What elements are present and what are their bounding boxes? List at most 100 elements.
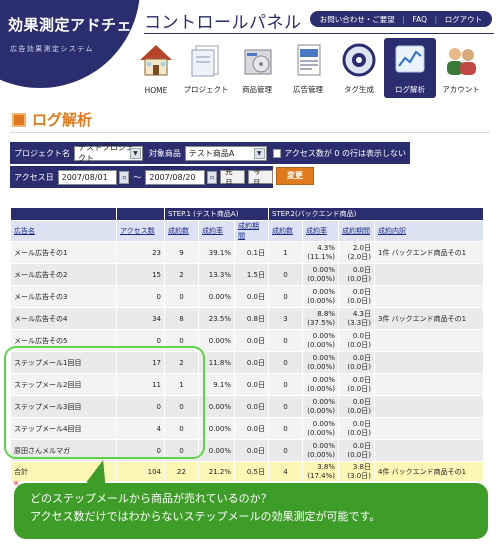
row-breakdown (374, 439, 484, 462)
row-breakdown (374, 329, 484, 352)
col-breakdown[interactable]: 成約内訳 (374, 220, 484, 242)
row-s1-rate: 0.00% (198, 329, 235, 352)
nav-label: プロジェクト (183, 85, 229, 94)
row-ad-name: メール広告その3 (10, 285, 117, 308)
row-s2-count: 0 (268, 263, 303, 286)
col-access[interactable]: アクセス数 (116, 220, 165, 242)
col-ad-name[interactable]: 広告名 (10, 220, 117, 242)
row-s1-count: 8 (164, 307, 199, 330)
nav-tags[interactable]: タグ生成 (333, 38, 385, 98)
nav-ads[interactable]: 広告管理 (282, 38, 334, 98)
total-s2-period: 3.8日 (3.0日) (338, 461, 375, 482)
row-s2-rate-sub: (0.00%) (307, 428, 335, 437)
row-s2-period: 0.0日 (0.0日) (338, 263, 375, 286)
col-s1-period[interactable]: 成約期間 (234, 220, 269, 242)
row-s2-rate-sub: (0.00%) (307, 406, 335, 415)
row-s2-rate: 8.8% (37.5%) (302, 307, 339, 330)
row-s1-period: 1.5日 (234, 263, 269, 286)
row-s2-period: 4.3日 (3.3日) (338, 307, 375, 330)
row-s2-period-sub: (0.0日) (347, 428, 371, 437)
project-select[interactable]: テストプロジェクト ▼ (74, 143, 143, 163)
calendar-icon[interactable]: ▫ (119, 170, 130, 184)
change-button[interactable]: 変更 (276, 167, 314, 185)
row-s2-period: 0.0日 (0.0日) (338, 285, 375, 308)
faq-link[interactable]: FAQ (412, 15, 427, 24)
row-s2-rate-sub: (0.00%) (307, 450, 335, 459)
product-label: 対象商品 (148, 148, 181, 158)
row-s2-rate: 0.00% (0.00%) (302, 263, 339, 286)
row-ad-name: メール広告その1 (10, 241, 117, 264)
chevron-down-icon: ▼ (129, 147, 141, 159)
row-s2-period-main: 0.0日 (352, 419, 371, 428)
nav-log-analysis[interactable]: ログ解析 (384, 38, 436, 98)
row-s2-period-sub: (0.0日) (347, 450, 371, 459)
row-s2-period-main: 2.0日 (352, 243, 371, 252)
step2-header: STEP.2(バックエンド商品) (268, 207, 484, 221)
date-label: アクセス日 (14, 172, 54, 182)
date-from-input[interactable]: 2007/08/01 (57, 169, 118, 185)
nav-label: タグ生成 (344, 85, 374, 94)
page-title-text: ログ解析 (32, 111, 93, 129)
nav-account[interactable]: アカウント (435, 38, 487, 98)
row-s2-rate-sub: (0.00%) (307, 274, 335, 283)
product-box-icon (244, 49, 272, 75)
nav-products[interactable]: 商品管理 (231, 38, 283, 98)
brand-logo[interactable]: 効果測定アドチェック 広告効果測定システム (0, 0, 150, 98)
row-s1-period: 0.0日 (234, 329, 269, 352)
row-s2-count: 1 (268, 241, 303, 264)
total-row: 合計 104 22 21.2% 0.5日 4 3.8% (17.4%) 3.8日(… (10, 461, 484, 482)
row-s1-period: 0.0日 (234, 373, 269, 396)
col-s2-count[interactable]: 成約数 (268, 220, 303, 242)
brand-subtitle: 広告効果測定システム (10, 45, 94, 53)
row-s2-count: 0 (268, 285, 303, 308)
table-row: メール広告その4 34 8 23.5% 0.8日 3 8.8% (37.5%) 4.3日 (3.3… (10, 307, 484, 330)
date-to-input[interactable]: 2007/08/20 (145, 169, 206, 185)
project-label: プロジェクト名 (14, 148, 70, 158)
row-s2-period-main: 4.3日 (352, 309, 371, 318)
row-s2-period: 0.0日 (0.0日) (338, 395, 375, 418)
row-s2-period-sub: (0.0日) (347, 406, 371, 415)
row-s2-period-main: 0.0日 (352, 397, 371, 406)
column-header-row: 広告名 アクセス数 成約数 成約率 成約期間 成約数 成約率 成約期間 成約内訳 (10, 220, 484, 242)
row-s2-rate: 0.00% (0.00%) (302, 285, 339, 308)
row-s1-count: 2 (164, 263, 199, 286)
row-s1-rate: 13.3% (198, 263, 235, 286)
users-icon (447, 48, 476, 75)
row-s2-rate-main: 4.3% (317, 243, 335, 252)
top-links-bar: お問い合わせ・ご要望 | FAQ | ログアウト (310, 11, 492, 27)
main-nav: HOME プロジェクト 商品管理 広告管理 タグ生成 ログ解析 アカウント (130, 38, 490, 98)
callout-line-1: どのステップメールから商品が売れているのか？ (30, 492, 272, 505)
logout-link[interactable]: ログアウト (445, 14, 483, 25)
row-s2-rate-sub: (0.00%) (307, 384, 335, 393)
hide-zero-checkbox[interactable] (272, 148, 282, 158)
row-breakdown (374, 373, 484, 396)
date-separator: ～ (133, 172, 142, 182)
this-month-button[interactable]: 今月 (248, 167, 273, 187)
contact-link[interactable]: お問い合わせ・ご要望 (320, 14, 395, 25)
col-s2-period[interactable]: 成約期間 (338, 220, 375, 242)
divider: | (402, 14, 405, 24)
col-s1-count[interactable]: 成約数 (164, 220, 199, 242)
row-s2-rate-sub: (37.5%) (307, 318, 335, 327)
row-s2-period-sub: (3.3日) (347, 318, 371, 327)
product-select[interactable]: テスト商品A ▼ (184, 145, 267, 161)
row-s2-rate: 0.00% (0.00%) (302, 373, 339, 396)
row-s2-rate-main: 0.00% (312, 441, 335, 450)
total-s2-period-a: 3.8日 (352, 462, 371, 471)
prev-month-button[interactable]: 先月 (220, 167, 246, 187)
row-s2-rate-sub: (0.00%) (307, 340, 335, 349)
row-s2-rate: 0.00% (0.00%) (302, 417, 339, 440)
total-s2-count: 4 (268, 461, 303, 482)
row-breakdown (374, 285, 484, 308)
row-s2-rate-main: 8.8% (317, 309, 335, 318)
nav-project[interactable]: プロジェクト (180, 38, 232, 98)
total-s2-period-b: (3.0日) (347, 471, 371, 480)
total-s2-rate-b: (17.4%) (307, 471, 335, 480)
calendar-icon[interactable]: ▫ (207, 170, 218, 184)
col-s2-rate[interactable]: 成約率 (302, 220, 339, 242)
row-access: 34 (116, 307, 165, 330)
row-s2-rate: 0.00% (0.00%) (302, 329, 339, 352)
nav-home[interactable]: HOME (130, 38, 182, 98)
row-s2-count: 0 (268, 329, 303, 352)
col-s1-rate[interactable]: 成約率 (198, 220, 235, 242)
